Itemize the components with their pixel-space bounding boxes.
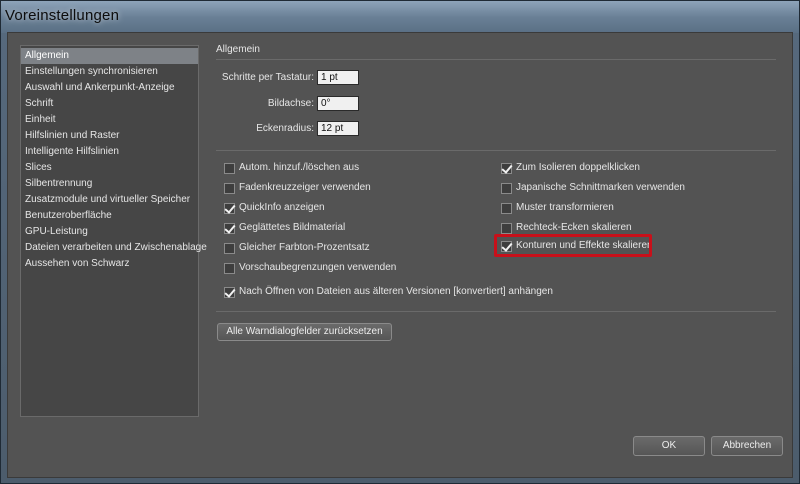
sidebar-item-schrift[interactable]: Schrift [21,96,198,112]
dialog-body: Allgemein Einstellungen synchronisieren … [7,32,793,478]
preview-bounds-checkbox[interactable] [224,263,235,274]
preferences-window: Voreinstellungen Allgemein Einstellungen… [0,0,800,484]
corner-radius-field[interactable] [317,121,359,136]
section-title: Allgemein [216,44,260,55]
transform-patterns-label: Muster transformieren [516,202,614,213]
auto-add-delete-label: Autom. hinzuf./löschen aus [239,162,360,173]
reset-warning-dialogs-button[interactable]: Alle Warndialogfelder zurücksetzen [217,323,392,341]
japanese-crop-marks-checkbox[interactable] [501,183,512,194]
sidebar-item-slices[interactable]: Slices [21,160,198,176]
keyboard-increment-row: Schritte per Tastatur: [216,70,314,86]
preview-bounds-label: Vorschaubegrenzungen verwenden [239,262,397,273]
corner-radius-row: Eckenradius: [216,121,314,137]
sidebar-item-dateien-zwischenablage[interactable]: Dateien verarbeiten und Zwischenablage [21,240,207,256]
options-divider [216,150,776,151]
scale-rect-corners-label: Rechteck-Ecken skalieren [516,222,632,233]
sidebar-item-intelligente-hilfslinien[interactable]: Intelligente Hilfslinien [21,144,198,160]
title-bar[interactable]: Voreinstellungen [1,1,799,33]
show-tooltips-checkbox[interactable] [224,203,235,214]
japanese-crop-marks-label: Japanische Schnittmarken verwenden [516,182,685,193]
scale-rect-corners-checkbox[interactable] [501,223,512,234]
sidebar-item-allgemein[interactable]: Allgemein [21,48,198,64]
double-click-isolate-label: Zum Isolieren doppelklicken [516,162,640,173]
crosshair-cursor-label: Fadenkreuzzeiger verwenden [239,182,371,193]
category-list: Allgemein Einstellungen synchronisieren … [20,45,207,417]
reset-divider [216,311,776,312]
sidebar-item-aussehen-schwarz[interactable]: Aussehen von Schwarz [21,256,198,272]
settings-panel: Allgemein Schritte per Tastatur: Bildach… [206,33,786,473]
sidebar-item-gpu-leistung[interactable]: GPU-Leistung [21,224,198,240]
highlight-annotation-box [494,234,652,257]
auto-add-delete-checkbox[interactable] [224,163,235,174]
transform-patterns-checkbox[interactable] [501,203,512,214]
sidebar-item-einstellungen-synchronisieren[interactable]: Einstellungen synchronisieren [21,64,198,80]
cancel-button[interactable]: Abbrechen [711,436,783,456]
show-tooltips-label: QuickInfo anzeigen [239,202,325,213]
double-click-isolate-checkbox[interactable] [501,163,512,174]
anti-aliased-artwork-label: Geglättetes Bildmaterial [239,222,346,233]
sidebar-item-einheit[interactable]: Einheit [21,112,198,128]
constrain-angle-field[interactable] [317,96,359,111]
append-converted-label: Nach Öffnen von Dateien aus älteren Vers… [239,286,553,297]
anti-aliased-artwork-checkbox[interactable] [224,223,235,234]
append-converted-checkbox[interactable] [224,287,235,298]
sidebar-item-zusatzmodule[interactable]: Zusatzmodule und virtueller Speicher [21,192,198,208]
constrain-angle-row: Bildachse: [216,96,314,112]
keyboard-increment-label: Schritte per Tastatur: [221,72,314,83]
keyboard-increment-field[interactable] [317,70,359,85]
window-title: Voreinstellungen [5,7,120,24]
section-divider [216,59,776,60]
sidebar-item-hilfslinien-raster[interactable]: Hilfslinien und Raster [21,128,198,144]
sidebar-item-auswahl-ankerpunkt[interactable]: Auswahl und Ankerpunkt-Anzeige [21,80,198,96]
sidebar-item-benutzeroberflaeche[interactable]: Benutzeroberfläche [21,208,198,224]
ok-button[interactable]: OK [633,436,705,456]
corner-radius-label: Eckenradius: [256,123,314,134]
same-tint-percentage-label: Gleicher Farbton-Prozentsatz [239,242,370,253]
constrain-angle-label: Bildachse: [267,98,314,109]
same-tint-percentage-checkbox[interactable] [224,243,235,254]
sidebar-item-silbentrennung[interactable]: Silbentrennung [21,176,198,192]
crosshair-cursor-checkbox[interactable] [224,183,235,194]
